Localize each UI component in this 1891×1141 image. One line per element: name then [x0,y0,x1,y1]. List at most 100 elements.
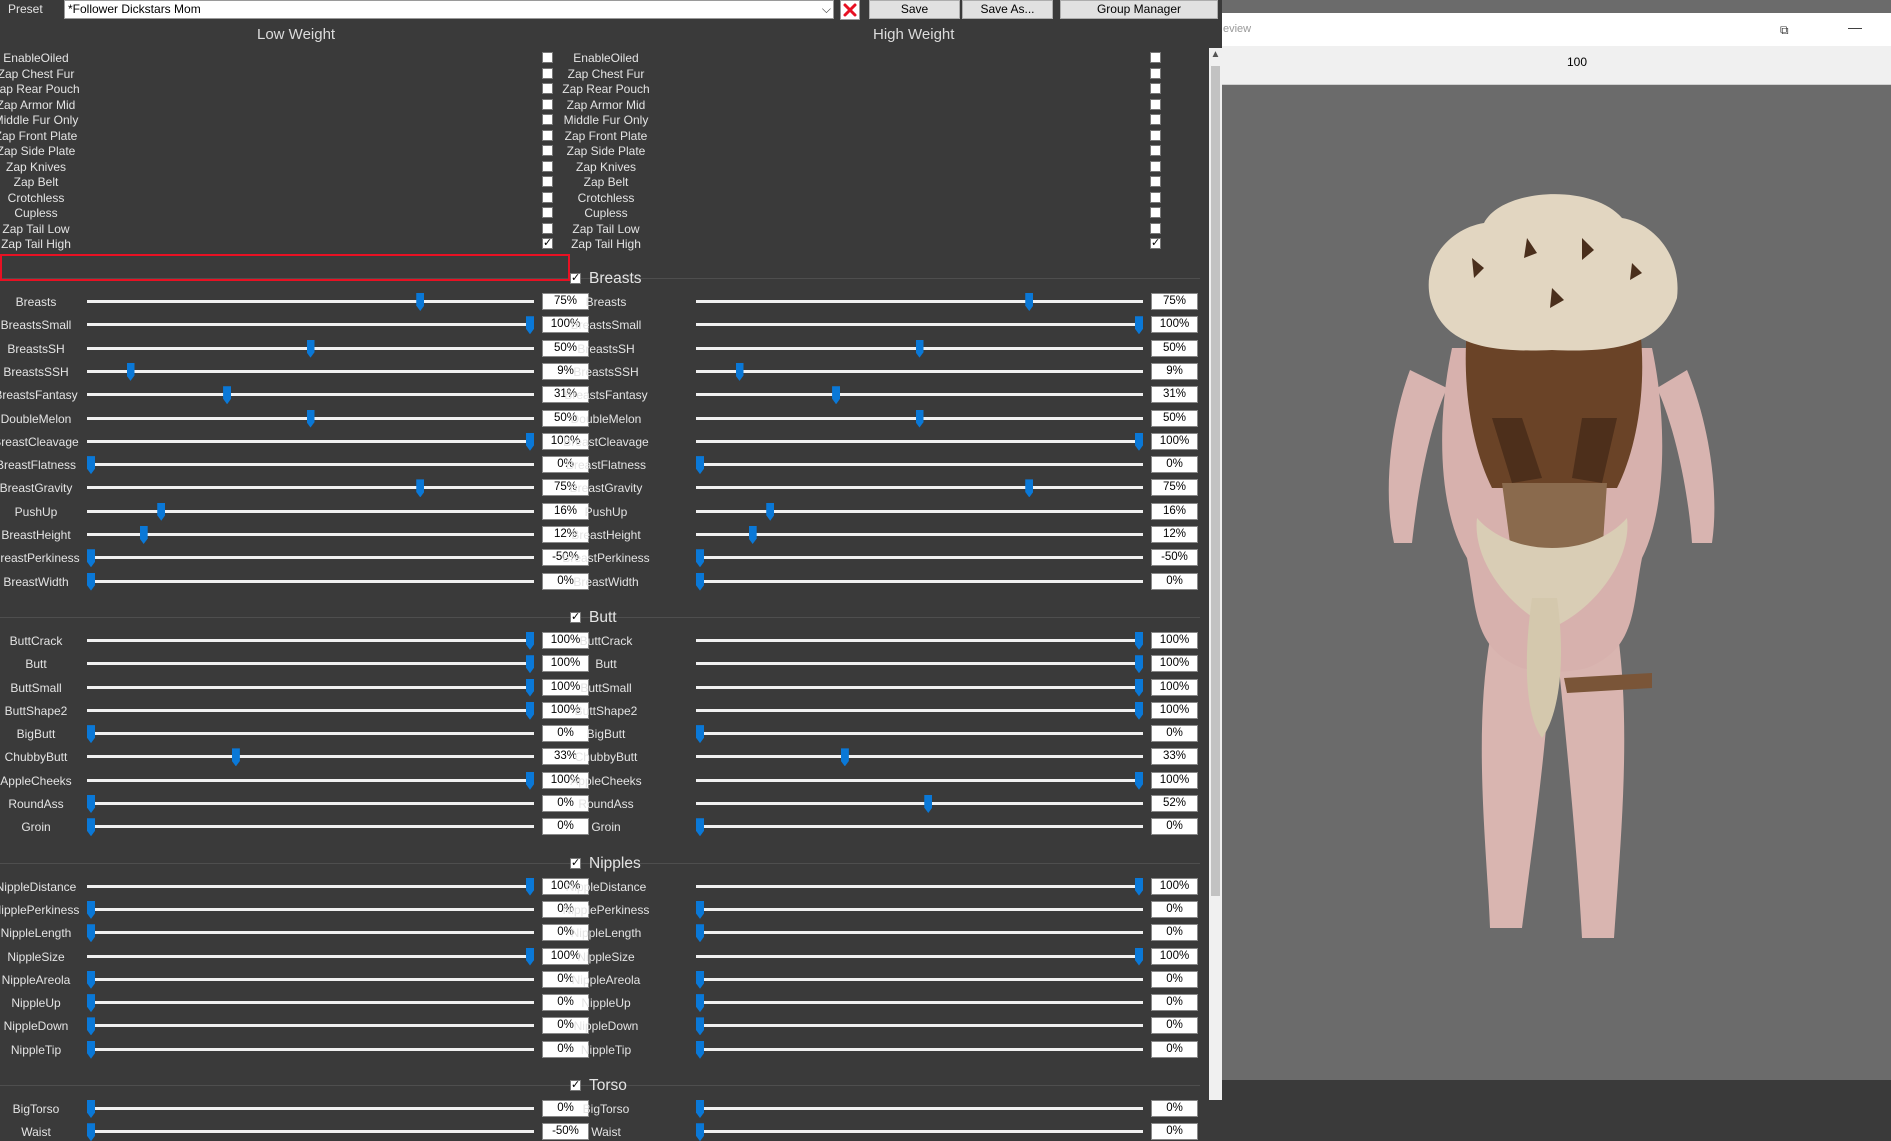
slider-thumb[interactable] [526,877,534,896]
slider-thumb[interactable] [748,526,757,544]
slider-value-high[interactable]: 100% [1151,432,1198,450]
slider-value-high[interactable]: 0% [1151,1040,1198,1058]
slider-thumb[interactable] [696,1100,704,1118]
section-checkbox[interactable] [570,271,581,284]
slider-thumb[interactable] [696,1040,704,1059]
slider-value-high[interactable]: 75% [1151,293,1198,310]
slider-thumb[interactable] [231,748,240,767]
checkbox-high[interactable] [1150,145,1161,156]
slider-value-high[interactable]: 12% [1151,526,1198,543]
zoom-value[interactable]: 100 [1567,55,1587,69]
slider-thumb[interactable] [157,502,166,521]
slider-thumb[interactable] [1135,947,1143,966]
save-as-button[interactable]: Save As... [962,0,1053,19]
slider-track[interactable] [696,655,1143,674]
slider-thumb[interactable] [526,771,534,790]
slider-track[interactable] [87,877,534,896]
slider-track[interactable] [87,818,534,837]
slider-track[interactable] [87,771,534,790]
slider-thumb[interactable] [832,386,841,405]
slider-thumb[interactable] [1135,877,1143,896]
slider-thumb[interactable] [526,316,534,335]
checkbox-high[interactable] [1150,83,1161,94]
slider-track[interactable] [696,701,1143,720]
slider-value-high[interactable]: 33% [1151,748,1198,766]
slider-value-high[interactable]: 9% [1151,362,1198,380]
slider-track[interactable] [696,725,1143,744]
slider-track[interactable] [87,994,534,1013]
slider-track[interactable] [87,900,534,919]
slider-thumb[interactable] [526,947,534,966]
slider-track[interactable] [87,549,534,568]
scroll-up-icon[interactable]: ▲ [1209,48,1222,62]
vertical-scrollbar[interactable]: ▲ [1209,48,1222,1100]
slider-thumb[interactable] [1025,293,1034,311]
slider-value-high[interactable]: 75% [1151,479,1198,497]
slider-thumb[interactable] [696,1017,704,1036]
slider-thumb[interactable] [223,386,232,405]
slider-track[interactable] [696,479,1143,498]
slider-value-high[interactable]: 0% [1151,1123,1198,1141]
slider-track[interactable] [87,1040,534,1059]
slider-thumb[interactable] [696,456,704,475]
slider-track[interactable] [696,1017,1143,1036]
slider-value-high[interactable]: 0% [1151,900,1198,918]
3d-viewport[interactable] [1222,88,1891,1080]
checkbox-high[interactable] [1150,52,1161,63]
slider-thumb[interactable] [696,900,704,919]
slider-thumb[interactable] [526,432,534,451]
slider-track[interactable] [87,386,534,405]
checkbox-high[interactable] [1150,98,1161,110]
slider-thumb[interactable] [915,409,924,428]
slider-track[interactable] [87,947,534,966]
slider-track[interactable] [696,970,1143,989]
slider-value-high[interactable]: 100% [1151,631,1198,649]
slider-thumb[interactable] [1135,701,1143,720]
slider-track[interactable] [696,293,1143,311]
slider-thumb[interactable] [696,1123,704,1141]
slider-track[interactable] [696,432,1143,451]
slider-track[interactable] [87,502,534,521]
slider-track[interactable] [696,631,1143,650]
slider-track[interactable] [696,748,1143,767]
slider-thumb[interactable] [696,818,704,837]
slider-track[interactable] [87,748,534,767]
delete-preset-button[interactable] [840,0,860,20]
slider-thumb[interactable] [416,479,425,498]
slider-track[interactable] [696,316,1143,335]
slider-track[interactable] [696,549,1143,568]
section-checkbox[interactable] [570,856,581,869]
slider-value-high[interactable]: 100% [1151,877,1198,895]
preset-dropdown[interactable]: *Follower Dickstars Mom ⌵ [64,0,834,19]
slider-track[interactable] [696,994,1143,1013]
save-button[interactable]: Save [869,0,960,19]
slider-track[interactable] [87,409,534,428]
slider-value-high[interactable]: 0% [1151,994,1198,1012]
slider-value-high[interactable]: 50% [1151,339,1198,357]
slider-track[interactable] [696,456,1143,475]
slider-thumb[interactable] [526,631,534,650]
slider-track[interactable] [87,362,534,381]
minimize-icon[interactable]: — [1848,19,1862,35]
slider-value-high[interactable]: 0% [1151,970,1198,988]
slider-track[interactable] [87,970,534,989]
slider-track[interactable] [696,572,1143,591]
slider-value-high[interactable]: 100% [1151,947,1198,965]
slider-thumb[interactable] [735,362,744,381]
slider-track[interactable] [87,1123,534,1141]
slider-thumb[interactable] [126,362,135,381]
slider-track[interactable] [87,924,534,943]
slider-value-high[interactable]: 0% [1151,1017,1198,1035]
slider-track[interactable] [87,631,534,650]
checkbox-high[interactable] [1150,160,1161,172]
slider-track[interactable] [696,1123,1143,1141]
slider-thumb[interactable] [696,994,704,1013]
slider-value-high[interactable]: 0% [1151,572,1198,590]
slider-track[interactable] [87,678,534,697]
slider-thumb[interactable] [526,678,534,697]
slider-track[interactable] [87,316,534,335]
slider-thumb[interactable] [139,526,148,544]
slider-value-high[interactable]: 100% [1151,316,1198,334]
slider-value-high[interactable]: 31% [1151,386,1198,404]
slider-thumb[interactable] [915,339,924,358]
